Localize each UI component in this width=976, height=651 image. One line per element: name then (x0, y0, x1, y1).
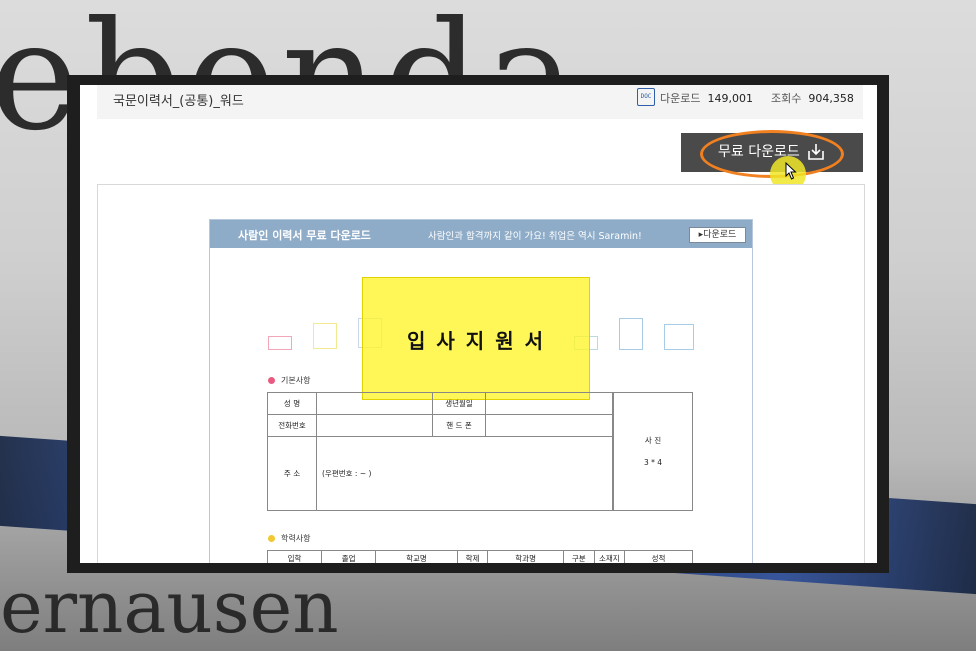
cell-name[interactable] (316, 392, 433, 415)
banner-title: 사람인 이력서 무료 다운로드 (238, 229, 371, 242)
banner-download-button[interactable]: ▸다운로드 (689, 227, 746, 243)
form-title: 입사지원서 (407, 329, 554, 353)
edu-header: 학제 (456, 550, 489, 563)
edu-header: 학교명 (375, 550, 458, 563)
background-text-bottom: ernausen (0, 565, 339, 649)
downloads-count: 149,001 (707, 92, 753, 105)
label-phone: 전화번호 (267, 414, 317, 437)
downloads-stat: 다운로드 149,001 (660, 90, 753, 106)
preview-banner: 사람인 이력서 무료 다운로드 사람인과 합격까지 같이 가요! 취업은 역시 … (210, 220, 752, 248)
label-name: 성 명 (267, 392, 317, 415)
edu-header: 성적 (624, 550, 693, 563)
deco-square (619, 318, 643, 350)
resume-sheet: 사람인 이력서 무료 다운로드 사람인과 합격까지 같이 가요! 취업은 역시 … (209, 219, 753, 563)
label-address: 주 소 (267, 436, 317, 511)
edu-header: 졸업 (321, 550, 377, 563)
document-title: 국문이력서_(공통)_워드 (113, 94, 244, 109)
label-mobile: 핸 드 폰 (432, 414, 486, 437)
edu-header: 소재지 (593, 550, 626, 563)
label-birth: 생년월일 (432, 392, 486, 415)
views-stat: 조회수 904,358 (771, 90, 854, 106)
downloads-label: 다운로드 (660, 92, 701, 105)
cell-address[interactable]: (우편번호 : ~ ) (316, 436, 613, 511)
bullet-icon (268, 535, 275, 542)
screen: 국문이력서_(공통)_워드 DOC 다운로드 149,001 조회수 904,3… (80, 85, 877, 563)
mouse-cursor-icon (785, 162, 797, 180)
cell-mobile[interactable] (485, 414, 613, 437)
cell-birth[interactable] (485, 392, 613, 415)
edu-header: 구분 (562, 550, 595, 563)
basic-info-table: 성 명 생년월일 사 진 3 * 4 전화번호 핸 드 폰 주 소 (우편번호 … (267, 392, 693, 511)
cell-phone[interactable] (316, 414, 433, 437)
edu-header: 입학 (266, 550, 323, 563)
docx-icon: DOC (637, 88, 655, 106)
views-count: 904,358 (808, 92, 854, 105)
section-education-label: 학력사항 (281, 534, 311, 543)
edu-header: 학과명 (487, 550, 564, 563)
bullet-icon (268, 377, 275, 384)
views-label: 조회수 (771, 92, 802, 105)
resume-preview-panel: 사람인 이력서 무료 다운로드 사람인과 합격까지 같이 가요! 취업은 역시 … (97, 184, 865, 563)
photo-cell: 사 진 3 * 4 (613, 392, 693, 511)
section-education: 학력사항 (268, 533, 310, 544)
deco-square (268, 336, 292, 350)
photo-label: 사 진 (644, 435, 662, 445)
banner-subtitle: 사람인과 합격까지 같이 가요! 취업은 역시 Saramin! (428, 231, 642, 242)
deco-square (664, 324, 694, 350)
document-header: 국문이력서_(공통)_워드 DOC 다운로드 149,001 조회수 904,3… (97, 85, 863, 119)
education-table: 입학 졸업 학교명 학제 학과명 구분 소재지 성적 (266, 550, 693, 563)
section-basic-label: 기본사항 (281, 376, 311, 385)
photo-size: 3 * 4 (643, 457, 663, 467)
deco-square (313, 323, 337, 349)
section-basic: 기본사항 (268, 375, 310, 386)
